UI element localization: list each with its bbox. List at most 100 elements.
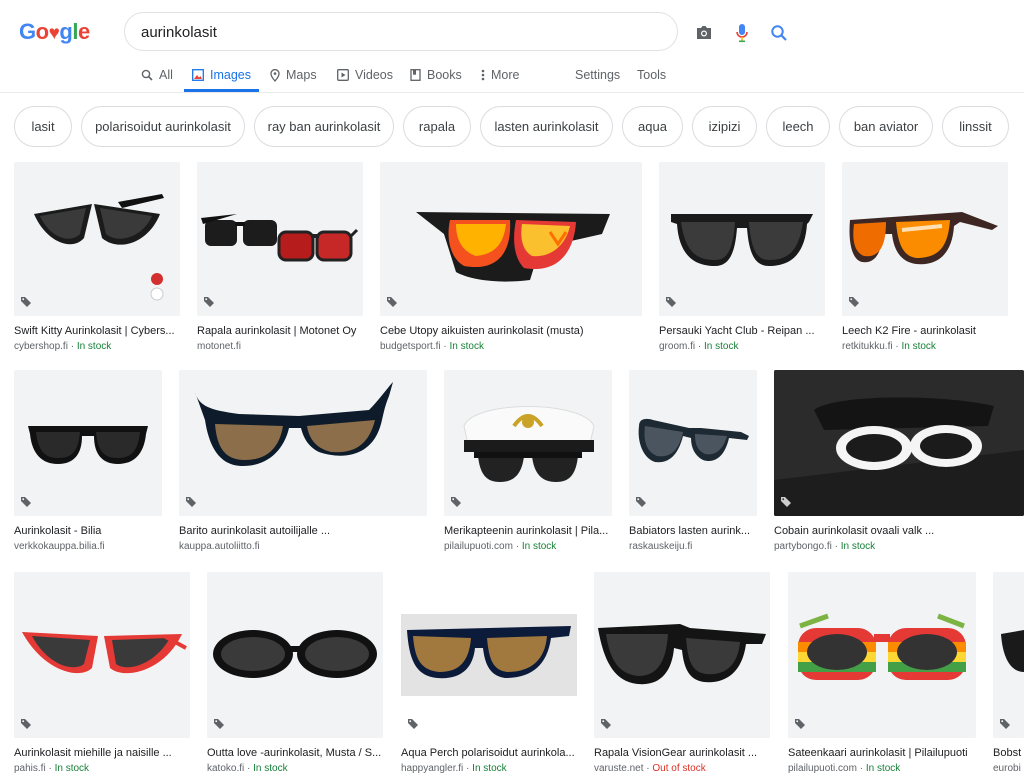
logo-letter: o bbox=[35, 19, 49, 44]
chip-lasten[interactable]: lasten aurinkolasit bbox=[480, 106, 613, 147]
result-thumbnail[interactable] bbox=[179, 370, 427, 516]
result-thumbnail[interactable] bbox=[14, 162, 180, 316]
shopping-tag-icon bbox=[21, 297, 31, 307]
stock-status: In stock bbox=[865, 763, 901, 774]
result-title[interactable]: Merikapteenin aurinkolasit | Pila... bbox=[444, 524, 612, 538]
shopping-tag-icon bbox=[451, 497, 461, 507]
tab-settings[interactable]: Settings bbox=[575, 58, 620, 92]
image-result[interactable]: Cobain aurinkolasit ovaali valk ... part… bbox=[774, 370, 1024, 553]
tab-label: Books bbox=[427, 68, 462, 82]
image-result[interactable]: Babiators lasten aurink... raskauskeiju.… bbox=[629, 370, 757, 553]
result-meta: pilailupuoti.com · In stock bbox=[444, 541, 557, 552]
tab-all[interactable]: All bbox=[141, 58, 173, 92]
tab-images[interactable]: Images bbox=[184, 58, 259, 92]
tab-books[interactable]: Books bbox=[410, 58, 462, 92]
chip-aqua[interactable]: aqua bbox=[622, 106, 683, 147]
tab-videos[interactable]: Videos bbox=[337, 58, 393, 92]
result-title[interactable]: Barito aurinkolasit autoilijalle ... bbox=[179, 524, 427, 538]
image-result[interactable]: Persauki Yacht Club - Reipan ... groom.f… bbox=[659, 162, 825, 353]
microphone-icon[interactable] bbox=[731, 22, 753, 44]
result-title[interactable]: Sateenkaari aurinkolasit | Pilailupuoti bbox=[788, 746, 976, 760]
image-result[interactable]: Aqua Perch polarisoidut aurinkola... hap… bbox=[401, 572, 577, 775]
search-icon[interactable] bbox=[768, 22, 790, 44]
result-thumbnail[interactable] bbox=[788, 572, 976, 738]
result-title[interactable]: Outta love -aurinkolasit, Musta / S... bbox=[207, 746, 383, 760]
image-result[interactable]: Merikapteenin aurinkolasit | Pila... pil… bbox=[444, 370, 612, 553]
result-thumbnail[interactable] bbox=[629, 370, 757, 516]
result-title[interactable]: Aurinkolasit - Bilia bbox=[14, 524, 162, 538]
result-meta: motonet.fi bbox=[197, 340, 363, 353]
chip-polarisoidut[interactable]: polarisoidut aurinkolasit bbox=[81, 106, 245, 147]
result-source: pilailupuoti.com bbox=[788, 763, 857, 774]
result-meta: partybongo.fi · In stock bbox=[774, 541, 876, 552]
chip-ban-aviator[interactable]: ban aviator bbox=[839, 106, 933, 147]
result-thumbnail[interactable] bbox=[207, 572, 383, 738]
search-input[interactable] bbox=[141, 21, 561, 43]
result-title[interactable]: Persauki Yacht Club - Reipan ... bbox=[659, 324, 825, 338]
shopping-tag-icon bbox=[636, 497, 646, 507]
result-meta: verkkokauppa.bilia.fi bbox=[14, 540, 162, 553]
result-title[interactable]: Rapala VisionGear aurinkolasit ... bbox=[594, 746, 770, 760]
result-thumbnail[interactable] bbox=[842, 162, 1008, 316]
image-result[interactable]: Leech K2 Fire - aurinkolasit retkitukku.… bbox=[842, 162, 1008, 353]
image-result[interactable]: Aurinkolasit - Bilia verkkokauppa.bilia.… bbox=[14, 370, 162, 553]
result-meta: pilailupuoti.com · In stock bbox=[788, 763, 901, 774]
image-result[interactable]: Outta love -aurinkolasit, Musta / S... k… bbox=[207, 572, 383, 775]
result-thumbnail[interactable] bbox=[401, 572, 577, 738]
chip-linssit[interactable]: linssit bbox=[942, 106, 1009, 147]
result-thumbnail[interactable] bbox=[14, 572, 190, 738]
image-result[interactable]: Rapala VisionGear aurinkolasit ... varus… bbox=[594, 572, 770, 775]
sunglasses-image bbox=[201, 214, 359, 262]
image-result[interactable]: Rapala aurinkolasit | Motonet Oy motonet… bbox=[197, 162, 363, 353]
result-title[interactable]: Cebe Utopy aikuisten aurinkolasit (musta… bbox=[380, 324, 642, 338]
google-logo[interactable]: Go♥gle bbox=[19, 19, 90, 45]
image-result[interactable]: Swift Kitty Aurinkolasit | Cybers... cyb… bbox=[14, 162, 180, 353]
result-meta: katoko.fi · In stock bbox=[207, 763, 288, 774]
stock-status: In stock bbox=[521, 541, 557, 552]
image-result[interactable]: Barito aurinkolasit autoilijalle ... kau… bbox=[179, 370, 427, 553]
more-vert-icon bbox=[481, 69, 485, 81]
map-pin-icon bbox=[270, 68, 280, 82]
image-result[interactable]: Bobst eurobi bbox=[993, 572, 1024, 775]
result-source: happyangler.fi bbox=[401, 763, 464, 774]
rainbow-sunglasses-image bbox=[798, 613, 966, 680]
result-title[interactable]: Rapala aurinkolasit | Motonet Oy bbox=[197, 324, 363, 338]
chip-izipizi[interactable]: izipizi bbox=[692, 106, 757, 147]
image-result[interactable]: Sateenkaari aurinkolasit | Pilailupuoti … bbox=[788, 572, 976, 775]
result-title[interactable]: Leech K2 Fire - aurinkolasit bbox=[842, 324, 1008, 338]
search-box bbox=[124, 12, 787, 51]
sunglasses-image bbox=[34, 194, 164, 301]
chip-leech[interactable]: leech bbox=[766, 106, 830, 147]
result-thumbnail[interactable] bbox=[197, 162, 363, 316]
result-title[interactable]: Aqua Perch polarisoidut aurinkola... bbox=[401, 746, 577, 760]
result-source: pilailupuoti.com bbox=[444, 541, 513, 552]
image-result[interactable]: Cebe Utopy aikuisten aurinkolasit (musta… bbox=[380, 162, 642, 353]
result-thumbnail[interactable] bbox=[14, 370, 162, 516]
video-icon bbox=[337, 69, 349, 81]
image-result[interactable]: Aurinkolasit miehille ja naisille ... pa… bbox=[14, 572, 190, 775]
result-title[interactable]: Babiators lasten aurink... bbox=[629, 524, 757, 538]
result-title[interactable]: Swift Kitty Aurinkolasit | Cybers... bbox=[14, 324, 180, 338]
tab-more[interactable]: More bbox=[481, 58, 519, 92]
result-thumbnail[interactable] bbox=[594, 572, 770, 738]
result-thumbnail[interactable] bbox=[659, 162, 825, 316]
camera-icon[interactable] bbox=[693, 22, 715, 44]
result-title[interactable]: Cobain aurinkolasit ovaali valk ... bbox=[774, 524, 1024, 538]
chip-rapala[interactable]: rapala bbox=[403, 106, 471, 147]
result-title[interactable]: Bobst bbox=[993, 746, 1024, 760]
result-meta: retkitukku.fi · In stock bbox=[842, 341, 936, 352]
result-thumbnail[interactable] bbox=[993, 572, 1024, 738]
result-thumbnail[interactable] bbox=[444, 370, 612, 516]
chip-lasit[interactable]: lasit bbox=[14, 106, 72, 147]
result-meta: cybershop.fi · In stock bbox=[14, 341, 112, 352]
chip-ray-ban[interactable]: ray ban aurinkolasit bbox=[254, 106, 394, 147]
result-thumbnail[interactable] bbox=[380, 162, 642, 316]
shopping-tag-icon bbox=[601, 719, 611, 729]
tab-tools[interactable]: Tools bbox=[637, 58, 666, 92]
sunglasses-image bbox=[598, 624, 766, 685]
logo-letter: G bbox=[19, 19, 36, 44]
tab-maps[interactable]: Maps bbox=[270, 58, 317, 92]
result-meta: kauppa.autoliitto.fi bbox=[179, 540, 427, 553]
result-title[interactable]: Aurinkolasit miehille ja naisille ... bbox=[14, 746, 190, 760]
result-thumbnail[interactable] bbox=[774, 370, 1024, 516]
